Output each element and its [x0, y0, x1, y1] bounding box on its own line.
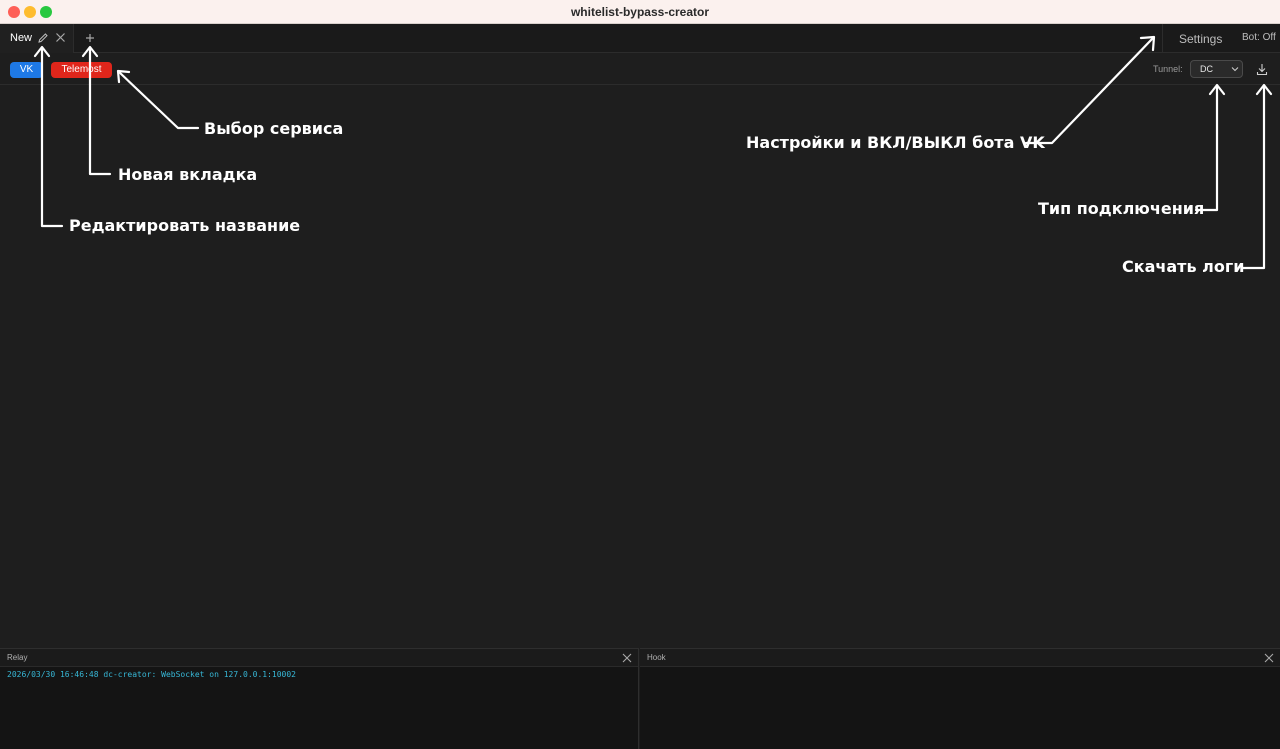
settings-button[interactable]: Settings	[1179, 32, 1222, 46]
chevron-down-icon	[1231, 67, 1239, 72]
relay-panel: Relay 2026/03/30 16:46:48 dc-creator: We…	[0, 648, 639, 749]
relay-panel-title: Relay	[7, 653, 28, 662]
download-icon[interactable]	[1256, 63, 1268, 76]
annotation-download-logs: Скачать логи	[1122, 257, 1245, 276]
window-title: whitelist-bypass-creator	[570, 5, 710, 19]
close-icon[interactable]	[1264, 653, 1274, 663]
tunnel-select[interactable]: DC	[1190, 60, 1243, 78]
hook-panel: Hook	[640, 648, 1280, 749]
annotation-new-tab: Новая вкладка	[118, 165, 258, 184]
tab-bar: New Settings Bot: Off	[0, 24, 1280, 53]
annotation-service-select: Выбор сервиса	[204, 119, 344, 138]
bot-toggle[interactable]: Bot: Off	[1242, 32, 1276, 43]
annotation-arrows	[33, 35, 1273, 270]
hook-panel-title: Hook	[647, 653, 666, 662]
annotation-edit-name: Редактировать название	[69, 216, 301, 235]
relay-panel-header: Relay	[0, 649, 638, 667]
service-telemost-button[interactable]: Telemost	[51, 62, 112, 78]
annotation-connection-type: Тип подключения	[1038, 199, 1205, 218]
tab-new[interactable]: New	[0, 24, 74, 53]
service-vk-button[interactable]: VK	[10, 62, 43, 78]
tabbar-right-section: Settings Bot: Off	[1162, 24, 1280, 53]
tunnel-label: Tunnel:	[1153, 64, 1183, 74]
log-line: 2026/03/30 16:46:48 dc-creator: WebSocke…	[7, 670, 296, 679]
toolbar: VK Telemost Tunnel: DC	[0, 54, 1280, 85]
add-tab-icon[interactable]	[84, 32, 96, 44]
annotation-settings-bot: Настройки и ВКЛ/ВЫКЛ бота VK	[746, 133, 1045, 152]
close-icon[interactable]	[622, 653, 632, 663]
tunnel-value: DC	[1200, 64, 1213, 74]
title-bar: whitelist-bypass-creator	[0, 0, 1280, 24]
pencil-icon[interactable]	[37, 32, 49, 44]
hook-panel-header: Hook	[640, 649, 1280, 667]
close-icon[interactable]	[55, 32, 66, 43]
tab-label: New	[10, 32, 33, 44]
